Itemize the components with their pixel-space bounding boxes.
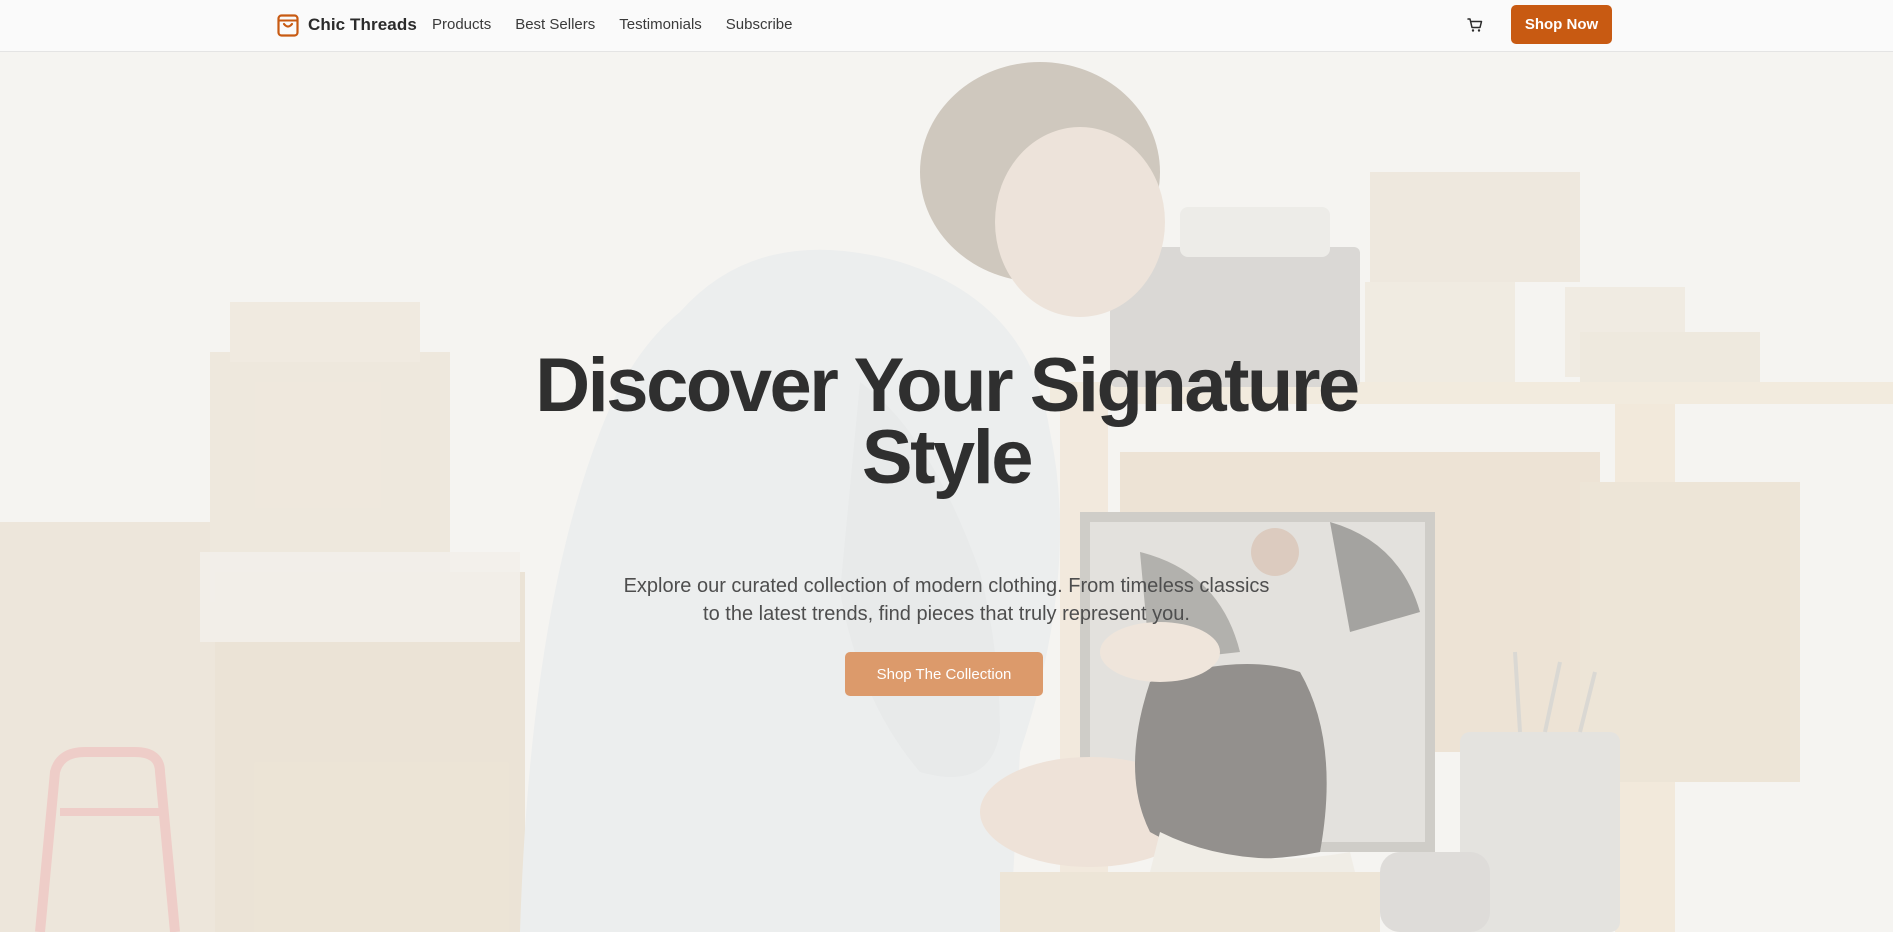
hero-title-line-2: Style bbox=[861, 415, 1034, 500]
hero-subtitle: Explore our curated collection of modern… bbox=[623, 575, 1270, 625]
brand-name: Chic Threads bbox=[308, 15, 417, 34]
nav-link-best-sellers[interactable]: Best Sellers bbox=[515, 16, 595, 33]
nav-link-products[interactable]: Products bbox=[432, 16, 491, 33]
nav-link-subscribe[interactable]: Subscribe bbox=[726, 16, 793, 33]
cart-button[interactable] bbox=[1464, 14, 1486, 36]
hero-title-line-1: Discover Your Signature bbox=[535, 343, 1360, 428]
main-nav: Products Best Sellers Testimonials Subsc… bbox=[432, 16, 792, 33]
shop-the-collection-button[interactable]: Shop The Collection bbox=[845, 652, 1043, 696]
nav-link-testimonials[interactable]: Testimonials bbox=[619, 16, 702, 33]
hero-title: Discover Your Signature Style bbox=[0, 343, 1893, 500]
shop-now-button[interactable]: Shop Now bbox=[1511, 5, 1612, 44]
shopping-bag-icon bbox=[277, 14, 299, 37]
brand-logo-link[interactable]: Chic Threads bbox=[276, 12, 417, 38]
site-header: Chic Threads Products Best Sellers Testi… bbox=[0, 0, 1893, 52]
cart-icon bbox=[1467, 18, 1483, 32]
hero-section: Discover Your Signature Style Explore ou… bbox=[0, 52, 1893, 932]
